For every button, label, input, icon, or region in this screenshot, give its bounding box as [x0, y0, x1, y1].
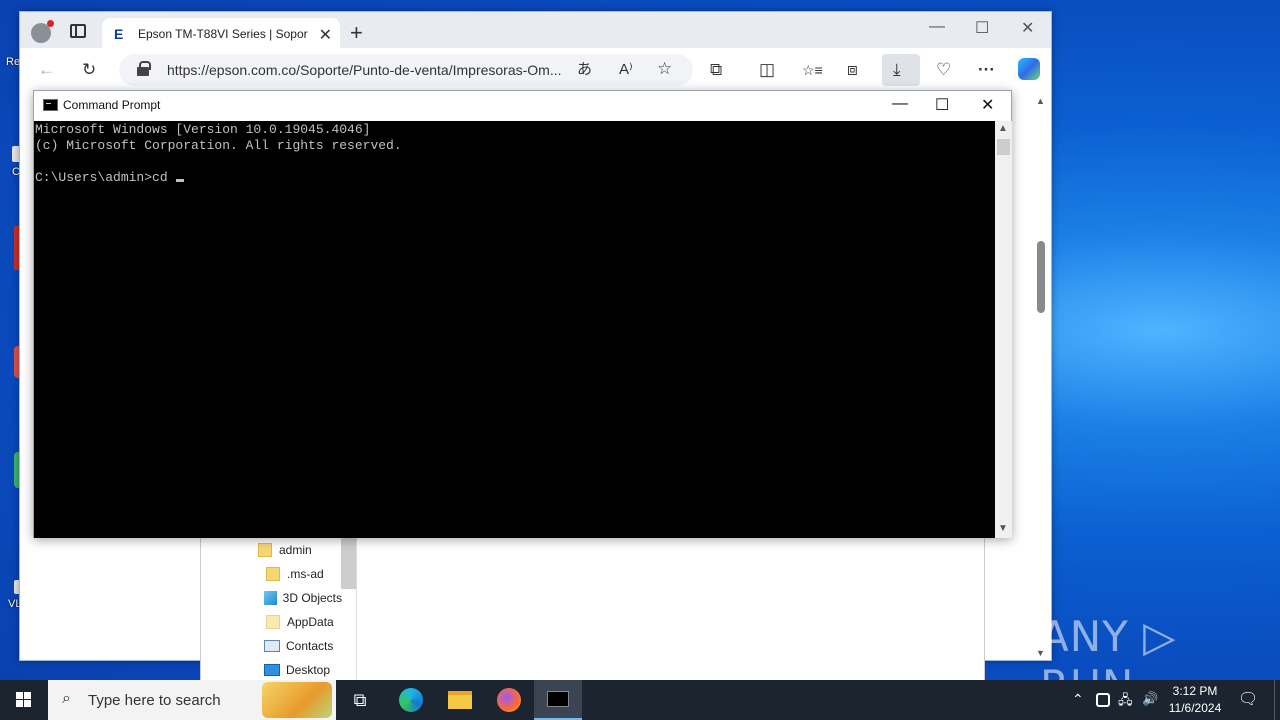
- command-prompt-window: Command Prompt — ☐ ✕ Microsoft Windows […: [33, 90, 1012, 538]
- refresh-icon[interactable]: ↻: [82, 60, 96, 80]
- scroll-up-icon[interactable]: ▲: [1036, 96, 1045, 106]
- browser-toolbar: ← ↻ https://epson.com.co/Soporte/Punto-d…: [20, 50, 1051, 90]
- folder-icon: [266, 567, 280, 581]
- cmd-app-icon: [43, 99, 58, 111]
- collections-icon[interactable]: ⧈: [847, 60, 858, 80]
- firefox-icon: [497, 688, 521, 712]
- favorites-icon[interactable]: ☆≡: [802, 60, 823, 80]
- notifications-icon[interactable]: 🗨: [1238, 689, 1258, 709]
- cmd-close-button[interactable]: ✕: [981, 95, 994, 115]
- volume-icon[interactable]: 🔊: [1142, 691, 1158, 707]
- cmd-scrollbar[interactable]: ▲ ▼: [995, 121, 1012, 538]
- nav-item-3d-objects[interactable]: 3D Objects: [264, 591, 342, 605]
- tab-actions-icon[interactable]: [70, 24, 86, 38]
- 3d-objects-icon: [264, 591, 277, 605]
- profile-avatar-icon[interactable]: [31, 20, 54, 43]
- cmd-scroll-up-icon[interactable]: ▲: [998, 123, 1008, 134]
- nav-item-desktop[interactable]: Desktop: [264, 663, 330, 677]
- address-url[interactable]: https://epson.com.co/Soporte/Punto-de-ve…: [167, 62, 567, 78]
- cmd-minimize-button[interactable]: —: [892, 95, 908, 113]
- translate-icon[interactable]: あ: [577, 60, 592, 80]
- taskbar-clock[interactable]: 3:12 PM 11/6/2024: [1160, 683, 1230, 717]
- scrollbar-thumb[interactable]: [1037, 241, 1045, 313]
- more-menu-icon[interactable]: ···: [978, 60, 995, 80]
- nav-item-admin[interactable]: admin: [258, 543, 312, 557]
- cmd-scroll-down-icon[interactable]: ▼: [998, 523, 1008, 534]
- search-highlight-image[interactable]: [262, 682, 332, 718]
- folder-icon: [266, 615, 280, 629]
- nav-item-appdata[interactable]: AppData: [266, 615, 334, 629]
- desktop-icon-label: Re: [6, 56, 21, 68]
- console-line: Microsoft Windows [Version 10.0.19045.40…: [35, 122, 371, 137]
- file-explorer-icon: [448, 691, 472, 709]
- taskbar: ⌕ Type here to search ⧉ ⌃ 🖧 🔊 3:12 PM 11…: [0, 680, 1280, 720]
- contacts-icon: [264, 640, 280, 652]
- split-screen-icon[interactable]: ◫: [759, 60, 775, 80]
- read-aloud-icon[interactable]: A⁾: [619, 60, 633, 80]
- console-prompt-line: C:\Users\admin>cd: [35, 170, 176, 185]
- console-line: (c) Microsoft Corporation. All rights re…: [35, 138, 402, 153]
- nav-item-label: admin: [279, 543, 312, 557]
- search-placeholder: Type here to search: [88, 692, 221, 709]
- console-output: Microsoft Windows [Version 10.0.19045.40…: [34, 121, 995, 186]
- browser-tab-epson[interactable]: E Epson TM-T88VI Series | Soporte ✕: [102, 18, 340, 50]
- cmd-window-title: Command Prompt: [63, 98, 161, 112]
- back-icon[interactable]: ←: [38, 60, 55, 80]
- nav-item-label: Desktop: [286, 663, 331, 677]
- search-icon: ⌕: [62, 690, 71, 707]
- performance-icon[interactable]: ♡: [936, 60, 951, 80]
- edge-icon: [399, 688, 423, 712]
- notification-dot: [47, 20, 54, 27]
- lock-icon[interactable]: [137, 61, 151, 76]
- network-icon[interactable]: 🖧: [1118, 691, 1133, 713]
- taskbar-firefox[interactable]: [485, 680, 533, 720]
- clock-time: 3:12 PM: [1172, 684, 1218, 698]
- epson-favicon-icon: E: [114, 26, 124, 42]
- favorite-star-icon[interactable]: ☆: [657, 59, 672, 79]
- nav-item-label: AppData: [287, 615, 334, 629]
- explorer-navigation-pane: admin .ms-ad 3D Objects AppData Contacts…: [201, 537, 357, 680]
- copilot-icon[interactable]: [1018, 58, 1040, 80]
- desktop-icon: [264, 664, 280, 676]
- cmd-maximize-button[interactable]: ☐: [935, 95, 949, 115]
- new-tab-button[interactable]: +: [350, 22, 363, 44]
- tab-close-icon[interactable]: ✕: [319, 25, 332, 45]
- download-icon: ⤓: [893, 60, 901, 79]
- nav-item-label: Contacts: [286, 639, 334, 653]
- clock-date: 11/6/2024: [1168, 701, 1222, 715]
- nav-item-label: 3D Objects: [282, 591, 342, 605]
- browser-titlebar: E Epson TM-T88VI Series | Soporte ✕ + — …: [20, 12, 1051, 50]
- browser-close-button[interactable]: ✕: [1021, 18, 1034, 38]
- cmd-icon: [547, 691, 569, 707]
- extensions-icon[interactable]: ⧉: [710, 60, 722, 80]
- nav-item-contacts[interactable]: Contacts: [264, 639, 333, 653]
- tray-chevron-icon[interactable]: ⌃: [1072, 691, 1084, 708]
- start-button[interactable]: [0, 680, 48, 720]
- windows-logo-icon: [16, 692, 32, 708]
- downloads-button[interactable]: ⤓: [882, 54, 920, 86]
- task-view-button[interactable]: ⧉: [336, 680, 384, 720]
- tab-title: Epson TM-T88VI Series | Soporte: [138, 27, 308, 41]
- text-cursor: [176, 179, 185, 182]
- task-view-icon: ⧉: [353, 689, 367, 710]
- address-bar[interactable]: https://epson.com.co/Soporte/Punto-de-ve…: [119, 54, 693, 86]
- nav-item-ms-ad[interactable]: .ms-ad: [266, 567, 324, 581]
- taskbar-file-explorer[interactable]: [436, 680, 484, 720]
- file-explorer-window: admin .ms-ad 3D Objects AppData Contacts…: [200, 537, 985, 680]
- tray-app-icon[interactable]: [1096, 693, 1110, 707]
- taskbar-command-prompt[interactable]: [534, 680, 582, 720]
- show-desktop-button[interactable]: [1274, 680, 1275, 720]
- folder-icon: [258, 543, 272, 557]
- nav-item-label: .ms-ad: [287, 567, 324, 581]
- nav-pane-scrollbar[interactable]: [341, 537, 356, 589]
- cmd-titlebar[interactable]: Command Prompt — ☐ ✕: [34, 91, 1011, 121]
- taskbar-search-box[interactable]: ⌕ Type here to search: [48, 680, 336, 720]
- cmd-scroll-thumb[interactable]: [997, 139, 1010, 155]
- cmd-console-area[interactable]: Microsoft Windows [Version 10.0.19045.40…: [34, 121, 995, 538]
- page-scrollbar[interactable]: ▲ ▼: [1034, 96, 1050, 658]
- browser-minimize-button[interactable]: —: [929, 18, 945, 36]
- browser-maximize-button[interactable]: ☐: [975, 18, 989, 38]
- taskbar-edge[interactable]: [387, 680, 435, 720]
